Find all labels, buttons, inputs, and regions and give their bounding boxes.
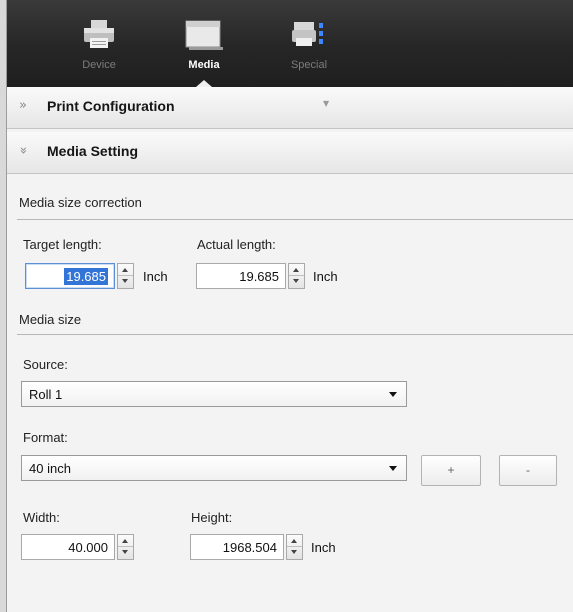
format-value: 40 inch (29, 461, 71, 476)
increment-arrow-icon[interactable] (287, 535, 302, 547)
target-length-input[interactable]: 19.685 (25, 263, 115, 289)
source-select[interactable]: Roll 1 (21, 381, 407, 407)
decrement-arrow-icon[interactable] (118, 547, 133, 559)
height-label: Height: (191, 510, 233, 525)
section-divider (17, 334, 573, 335)
width-stepper[interactable] (117, 534, 134, 560)
print-configuration-header[interactable]: » Print Configuration ▼ (7, 87, 573, 129)
actual-length-stepper[interactable] (288, 263, 305, 289)
toolbar-media-button[interactable]: Media (164, 14, 244, 87)
decrement-arrow-icon[interactable] (118, 276, 133, 288)
media-setting-header[interactable]: » Media Setting (7, 132, 573, 174)
format-label: Format: (23, 430, 68, 445)
increment-arrow-icon[interactable] (118, 264, 133, 276)
toolbar-media-label: Media (188, 59, 220, 71)
expand-chevron-icon: » (19, 98, 27, 113)
printer-icon (84, 20, 114, 48)
increment-arrow-icon[interactable] (118, 535, 133, 547)
height-stepper[interactable] (286, 534, 303, 560)
actual-length-input[interactable]: 19.685 (196, 263, 286, 289)
media-icon (185, 20, 223, 50)
height-input[interactable]: 1968.504 (190, 534, 284, 560)
increment-arrow-icon[interactable] (289, 264, 304, 276)
dropdown-marker-icon: ▼ (323, 99, 330, 108)
active-tab-caret (196, 80, 212, 87)
toolbar-device-button[interactable]: Device (59, 14, 139, 84)
print-configuration-title: Print Configuration (47, 98, 175, 114)
toolbar-special-button[interactable]: Special (269, 14, 349, 84)
section-divider (17, 219, 573, 220)
target-length-unit: Inch (143, 269, 168, 284)
media-setting-title: Media Setting (47, 143, 139, 159)
chevron-down-icon (389, 466, 397, 471)
height-unit: Inch (311, 540, 336, 555)
toolbar-device-label: Device (82, 59, 116, 71)
decrement-arrow-icon[interactable] (289, 276, 304, 288)
actual-length-label: Actual length: (197, 237, 276, 252)
toolbar-special-label: Special (290, 59, 328, 71)
chevron-down-icon (389, 392, 397, 397)
special-icon (292, 22, 323, 46)
source-value: Roll 1 (29, 387, 63, 402)
actual-length-unit: Inch (313, 269, 338, 284)
source-label: Source: (23, 357, 68, 372)
width-input[interactable]: 40.000 (21, 534, 115, 560)
top-toolbar: Device Media Special (7, 0, 573, 87)
target-length-value: 19.685 (64, 268, 108, 285)
media-size-correction-heading: Media size correction (19, 195, 142, 210)
media-panel: Device Media Special » Print Configurati… (6, 0, 573, 612)
add-format-button[interactable]: + (421, 455, 481, 486)
remove-format-button[interactable]: - (499, 455, 557, 486)
format-select[interactable]: 40 inch (21, 455, 407, 481)
width-label: Width: (23, 510, 60, 525)
target-length-stepper[interactable] (117, 263, 134, 289)
collapse-chevron-icon: » (15, 146, 31, 155)
target-length-label: Target length: (23, 237, 102, 252)
media-size-heading: Media size (19, 312, 82, 327)
decrement-arrow-icon[interactable] (287, 547, 302, 559)
